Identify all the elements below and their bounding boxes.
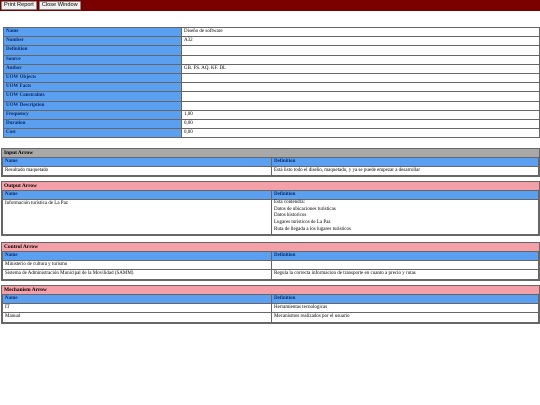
arrow-definition [271, 260, 539, 271]
mechanism-arrow-title: Mechanism Arrow [2, 286, 539, 294]
property-label: UOW Facts [3, 82, 182, 93]
arrow-definition: Mecanismos realizados por el usuario [271, 312, 539, 323]
control-arrow-table: Name Definition Ministerio de cultura y t… [2, 250, 539, 280]
property-row: UOW Constraints [3, 91, 540, 102]
property-row: Cost 0,00 [3, 128, 540, 139]
arrow-name: Resultado maquetado [2, 166, 272, 177]
property-row: Source [3, 54, 540, 65]
property-value [181, 72, 540, 84]
property-value [181, 91, 540, 102]
column-header-definition: Definition [271, 156, 539, 168]
arrow-name: IT [2, 303, 272, 314]
property-row: Definition [3, 45, 540, 56]
property-label: UOW Description [3, 100, 182, 111]
column-header-name: Name [2, 156, 272, 168]
column-header-name: Name [2, 293, 272, 305]
report-toolbar: Print Report Close Window [0, 0, 540, 11]
property-row: Number A32 [3, 36, 540, 47]
property-row: Name Diseño de software [3, 26, 540, 38]
property-row: Duration 0,00 [3, 118, 540, 130]
property-value [181, 54, 540, 65]
property-row: UOW Objects [3, 72, 540, 84]
input-arrow-title: Input Arrow [2, 149, 539, 157]
property-row: UOW Facts [3, 82, 540, 93]
property-value: 0,00 [181, 118, 540, 130]
output-arrow-table: Name Definition Información turística de … [2, 189, 539, 236]
column-header-definition: Definition [271, 293, 539, 305]
arrow-definition: Esta contendra: Datos de ubicaciones tur… [271, 199, 539, 236]
close-window-button[interactable]: Close Window [38, 1, 81, 10]
definition-line: Esta contendra: [274, 200, 305, 206]
property-label: Duration [3, 118, 182, 130]
column-header-definition: Definition [271, 250, 539, 262]
property-value: GB. FS. AQ. KF. DL [181, 63, 540, 74]
property-label: UOW Objects [3, 72, 182, 84]
table-row: Ministerio de cultura y turismo [2, 260, 539, 271]
table-row: Sistema de Administración Municipal de l… [2, 269, 539, 280]
definition-line: Datos de ubicaciones turisticas [274, 206, 336, 212]
property-value [181, 82, 540, 93]
arrow-definition: Regula la correcta informacion de transp… [271, 269, 539, 280]
column-header-definition: Definition [271, 189, 539, 201]
arrow-definition: Está listo todo el diseño, maquetado, y … [271, 166, 539, 177]
property-value [181, 100, 540, 111]
property-label: Number [3, 36, 182, 47]
property-row: Frequency 1,00 [3, 109, 540, 120]
property-label: UOW Constraints [3, 91, 182, 102]
arrow-name: Información turística de La Paz [2, 199, 272, 236]
property-row: Author GB. FS. AQ. KF. DL [3, 63, 540, 74]
property-label: Source [3, 54, 182, 65]
property-row: UOW Description [3, 100, 540, 111]
column-header-name: Name [2, 189, 272, 201]
property-value: Diseño de software [181, 26, 540, 38]
table-row: IT Herramientas tecnologicas [2, 303, 539, 314]
property-value: 0,00 [181, 128, 540, 139]
definition-line: Ruta de llegada a los lugares turisticos [274, 226, 351, 232]
properties-table: Name Diseño de software Number A32 Definit… [3, 26, 540, 139]
property-label: Definition [3, 45, 182, 56]
print-report-button[interactable]: Print Report [1, 1, 37, 10]
output-arrow-section: Output Arrow Name Definition Información … [1, 181, 540, 237]
property-value [181, 45, 540, 56]
mechanism-arrow-table: Name Definition IT Herramientas tecnologic… [2, 293, 539, 323]
property-value: 1,00 [181, 109, 540, 120]
input-arrow-section: Input Arrow Name Definition Resultado maq… [1, 148, 540, 178]
property-label: Name [3, 26, 182, 38]
input-arrow-table: Name Definition Resultado maquetado Está l… [2, 156, 539, 177]
control-arrow-title: Control Arrow [2, 243, 539, 251]
output-arrow-title: Output Arrow [2, 182, 539, 190]
arrow-definition: Herramientas tecnologicas [271, 303, 539, 314]
arrow-name: Manual [2, 312, 272, 323]
definition-line: Datos historicos [274, 213, 307, 219]
mechanism-arrow-section: Mechanism Arrow Name Definition IT Herrami… [1, 285, 540, 324]
table-row: Información turística de La Paz Esta con… [2, 199, 539, 236]
arrow-name: Ministerio de cultura y turismo [2, 260, 272, 271]
table-row: Resultado maquetado Está listo todo el di… [2, 166, 539, 177]
property-label: Frequency [3, 109, 182, 120]
table-row: Manual Mecanismos realizados por el usuar… [2, 312, 539, 323]
definition-line: Lugares turisticos de La Paz [274, 219, 331, 225]
column-header-name: Name [2, 250, 272, 262]
property-label: Cost [3, 128, 182, 139]
property-label: Author [3, 63, 182, 74]
arrow-name: Sistema de Administración Municipal de l… [2, 269, 272, 280]
control-arrow-section: Control Arrow Name Definition Ministerio … [1, 242, 540, 281]
property-value: A32 [181, 36, 540, 47]
